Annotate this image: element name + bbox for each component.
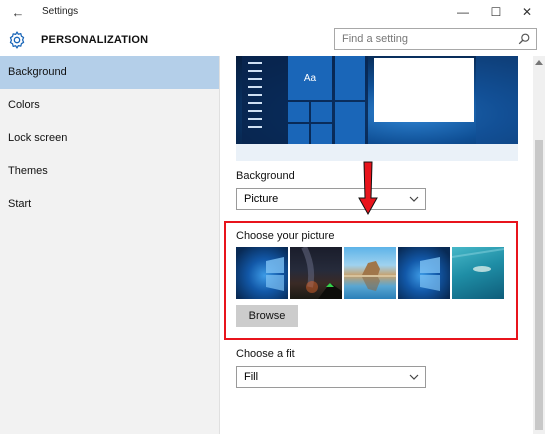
close-button[interactable]: ✕: [511, 2, 543, 22]
chevron-down-icon: [409, 196, 419, 202]
gear-icon: [9, 31, 25, 49]
scrollbar[interactable]: [533, 56, 545, 434]
picture-thumbnail-windows-1[interactable]: [236, 247, 288, 299]
scroll-up-button[interactable]: [533, 56, 545, 68]
sidebar-item-background[interactable]: Background: [0, 56, 219, 89]
page-title: PERSONALIZATION: [41, 34, 149, 46]
preview-window: [374, 58, 474, 122]
maximize-button[interactable]: ☐: [480, 2, 512, 22]
sidebar-item-colors[interactable]: Colors: [0, 89, 219, 122]
desktop-preview: Aa: [236, 56, 518, 161]
search-icon[interactable]: [517, 32, 531, 46]
sidebar-item-start[interactable]: Start: [0, 188, 219, 221]
annotation-arrow-icon: [358, 161, 378, 216]
chevron-down-icon: [409, 374, 419, 380]
fit-label: Choose a fit: [236, 348, 295, 360]
preview-tile: Aa: [288, 56, 332, 100]
choose-picture-label: Choose your picture: [236, 230, 335, 242]
sidebar: Background Colors Lock screen Themes Sta…: [0, 56, 220, 434]
page-header: PERSONALIZATION: [0, 24, 545, 56]
window-title: Settings: [42, 6, 79, 17]
sidebar-item-lock-screen[interactable]: Lock screen: [0, 122, 219, 155]
fit-dropdown-value: Fill: [244, 371, 259, 383]
main-content: Aa Background Picture Choose your pictur…: [221, 56, 533, 434]
sidebar-item-themes[interactable]: Themes: [0, 155, 219, 188]
preview-taskbar: [236, 144, 518, 161]
picture-thumbnail-windows-2[interactable]: [398, 247, 450, 299]
background-label: Background: [236, 170, 295, 182]
search-input[interactable]: [335, 30, 510, 48]
preview-start-menu: Aa: [242, 56, 368, 144]
title-bar: ← Settings — ☐ ✕: [0, 0, 545, 24]
preview-action-panel: [476, 56, 518, 144]
browse-button[interactable]: Browse: [236, 305, 298, 327]
picture-thumbnail-night-sky[interactable]: [290, 247, 342, 299]
search-box[interactable]: [334, 28, 537, 50]
picture-thumbnail-underwater[interactable]: [452, 247, 504, 299]
background-dropdown[interactable]: Picture: [236, 188, 426, 210]
minimize-button[interactable]: —: [447, 2, 479, 22]
fit-dropdown[interactable]: Fill: [236, 366, 426, 388]
back-button[interactable]: ←: [8, 3, 28, 21]
scrollbar-thumb[interactable]: [535, 140, 543, 430]
background-dropdown-value: Picture: [244, 193, 279, 205]
picture-thumbnail-beach-rock[interactable]: [344, 247, 396, 299]
